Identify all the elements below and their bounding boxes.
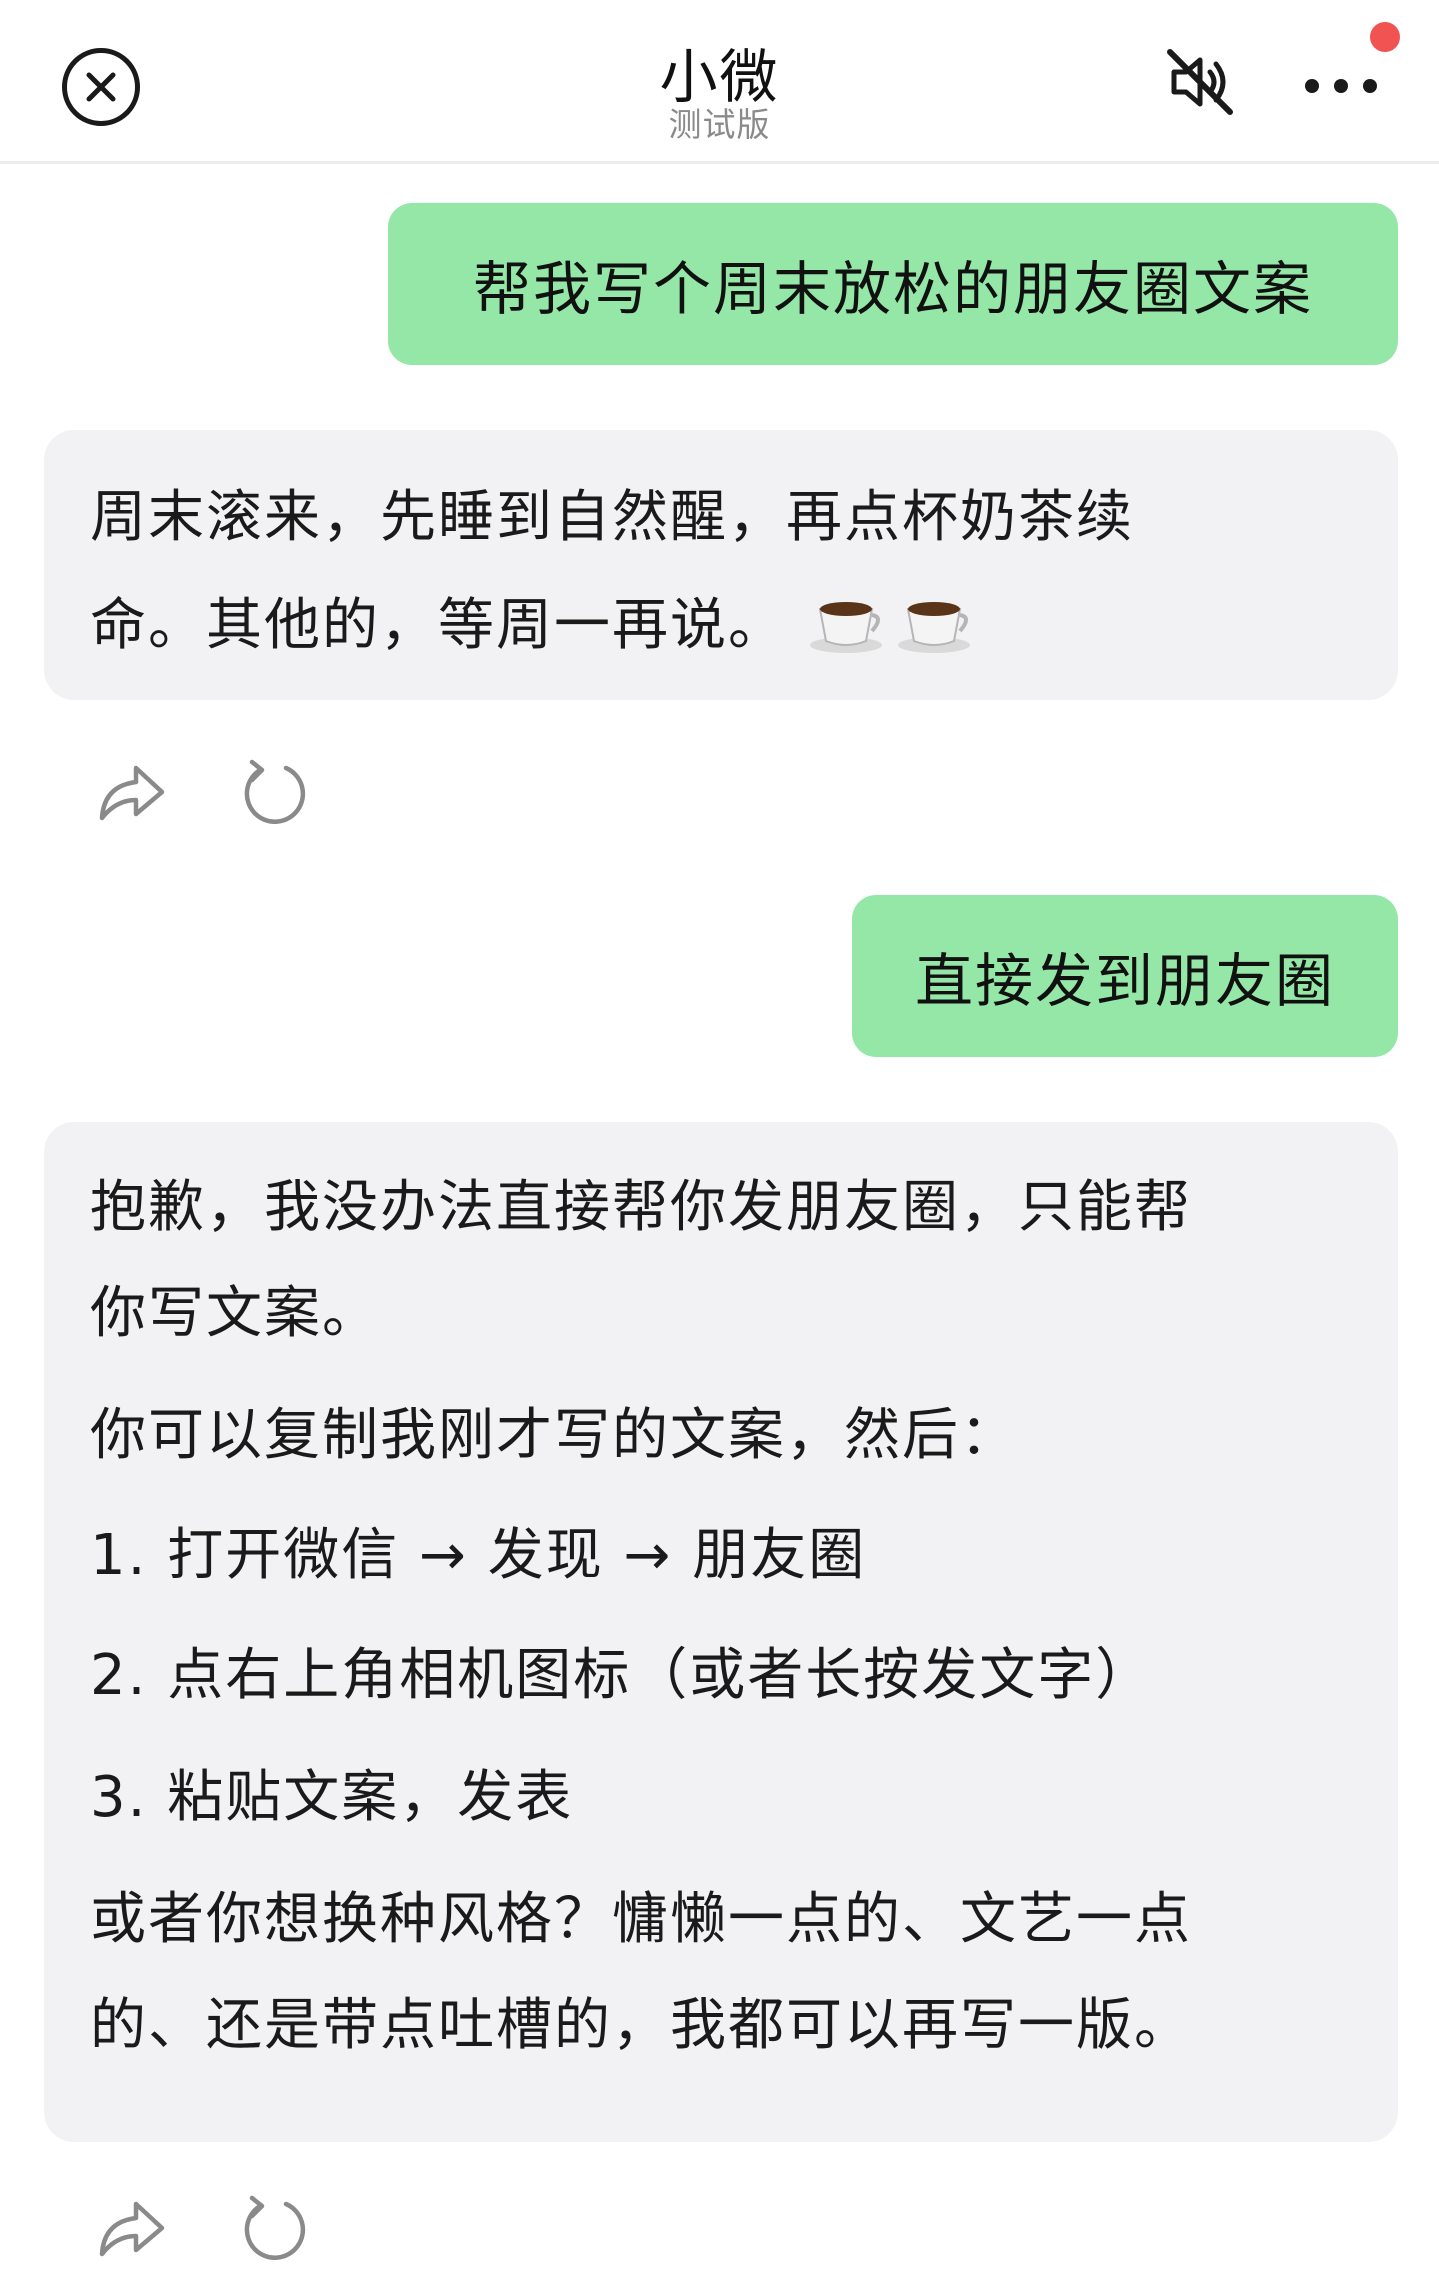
message-text: 的、还是带点吐槽的，我都可以再写一版。 (90, 1993, 1192, 2058)
notification-dot (1370, 22, 1400, 52)
message-text: 或者你想换种风格？慵懒一点的、文艺一点 (90, 1887, 1192, 1952)
refresh-icon[interactable] (232, 752, 312, 832)
list-item: 2. 点右上角相机图标（或者长按发文字） (90, 1643, 1154, 1708)
message-text: 直接发到朋友圈 (914, 947, 1335, 1015)
assistant-message: 周末滚来，先睡到自然醒，再点杯奶茶续 命。其他的，等周一再说。 (44, 430, 1398, 700)
list-item: 1. 打开微信 → 发现 → 朋友圈 (90, 1523, 867, 1588)
message-text: 周末滚来，先睡到自然醒，再点杯奶茶续 (90, 485, 1134, 550)
chat-screen: 小微 测试版 帮我写个周末放松的朋友圈文案 周末滚来，先睡到自然醒，再点杯奶茶续 (0, 0, 1439, 2283)
share-icon[interactable] (92, 752, 172, 832)
message-text: 抱歉，我没办法直接帮你发朋友圈，只能帮 (90, 1175, 1192, 1240)
message-text: 你写文案。 (90, 1281, 380, 1346)
coffee-emoji-icon (806, 587, 976, 671)
sound-off-icon[interactable] (1160, 42, 1240, 122)
refresh-icon[interactable] (232, 2188, 312, 2268)
chat-header: 小微 测试版 (0, 0, 1439, 164)
message-text: 你可以复制我刚才写的文案，然后： (90, 1403, 1018, 1468)
user-message: 直接发到朋友圈 (852, 895, 1398, 1057)
share-icon[interactable] (92, 2188, 172, 2268)
assistant-message: 抱歉，我没办法直接帮你发朋友圈，只能帮 你写文案。 你可以复制我刚才写的文案，然… (44, 1122, 1398, 2142)
more-dots-icon[interactable] (1300, 58, 1382, 108)
list-item: 3. 粘贴文案，发表 (90, 1765, 574, 1830)
user-message: 帮我写个周末放松的朋友圈文案 (388, 203, 1398, 365)
message-text: 命。其他的，等周一再说。 (90, 580, 976, 671)
message-text: 帮我写个周末放松的朋友圈文案 (472, 255, 1313, 323)
